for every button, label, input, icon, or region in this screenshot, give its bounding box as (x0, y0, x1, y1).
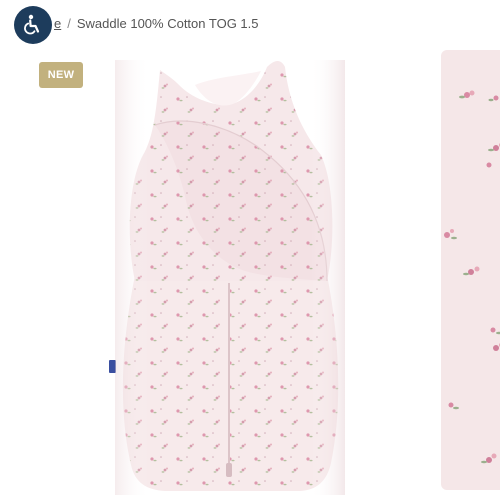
accessibility-icon (24, 14, 40, 35)
breadcrumb-separator: / (67, 16, 71, 31)
accessibility-button[interactable] (14, 6, 52, 44)
breadcrumb-home-link[interactable]: e (54, 16, 61, 31)
breadcrumb: e / Swaddle 100% Cotton TOG 1.5 (54, 16, 259, 31)
new-badge: NEW (39, 62, 83, 88)
product-image-secondary[interactable] (441, 50, 500, 490)
product-image-main[interactable] (95, 45, 365, 495)
breadcrumb-current: Swaddle 100% Cotton TOG 1.5 (76, 16, 259, 31)
rose-motif (444, 90, 500, 464)
